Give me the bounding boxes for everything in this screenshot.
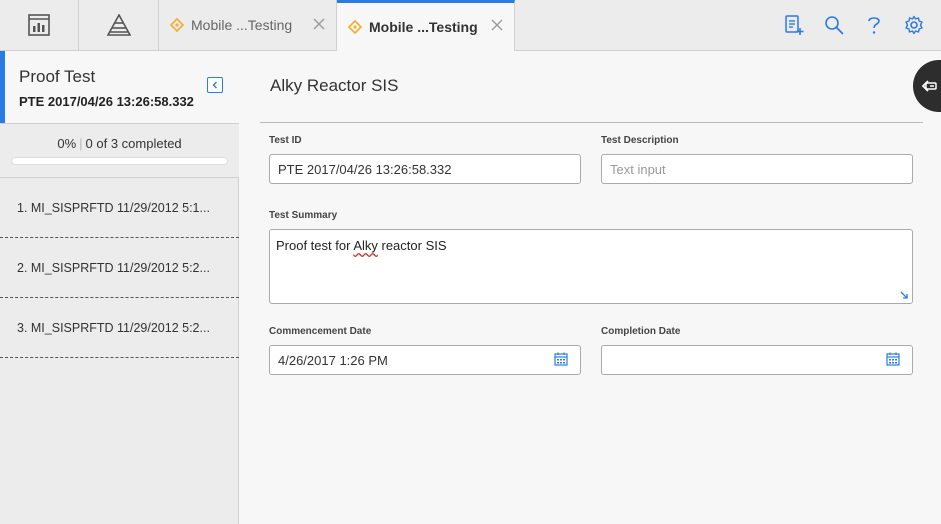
commencement-date-field[interactable]: 4/26/2017 1:26 PM: [269, 345, 581, 375]
close-icon[interactable]: [310, 15, 328, 33]
completion-date-field[interactable]: [601, 345, 913, 375]
summary-text-pre: Proof test for: [276, 238, 354, 253]
page-title: Alky Reactor SIS: [270, 76, 399, 95]
hierarchy-icon: [106, 14, 131, 36]
tab-mobile-testing-1[interactable]: Mobile ...Testing: [159, 0, 337, 50]
progress-percent: 0%: [57, 136, 77, 151]
close-icon[interactable]: [488, 16, 506, 34]
dashboard-button[interactable]: [0, 0, 79, 50]
summary-text-spellcheck: Alky: [353, 238, 378, 253]
search-icon: [825, 16, 844, 35]
calendar-icon[interactable]: [554, 352, 568, 366]
test-summary-textarea[interactable]: Proof test for Alky reactor SIS: [269, 229, 913, 304]
search-button[interactable]: [821, 12, 847, 38]
resize-handle-icon[interactable]: [899, 290, 909, 300]
new-record-button[interactable]: [781, 12, 807, 38]
hierarchy-button[interactable]: [79, 0, 159, 50]
progress-text: 0% | 0 of 3 completed: [57, 136, 182, 151]
commencement-date-label: Commencement Date: [269, 326, 372, 337]
test-summary-label: Test Summary: [269, 210, 338, 221]
progress-summary: 0% | 0 of 3 completed: [0, 123, 239, 178]
top-bar: Mobile ...Testing Mobile ...Testing: [0, 0, 941, 51]
title-divider: [260, 122, 923, 123]
main-content: Alky Reactor SIS Test ID PTE 2017/04/26 …: [240, 51, 941, 524]
step-item[interactable]: 1. MI_SISPRFTD 11/29/2012 5:1...: [0, 178, 239, 238]
panel-title: Proof Test: [19, 67, 96, 86]
settings-button[interactable]: [901, 12, 927, 38]
test-description-label: Test Description: [601, 135, 679, 146]
step-item[interactable]: 2. MI_SISPRFTD 11/29/2012 5:2...: [0, 238, 239, 298]
help-button[interactable]: [861, 12, 887, 38]
help-icon: [868, 17, 880, 34]
steps-panel: Proof Test PTE 2017/04/26 13:26:58.332 0…: [0, 51, 239, 524]
tab-mobile-testing-2[interactable]: Mobile ...Testing: [337, 0, 515, 51]
toolbar-right: [781, 12, 927, 38]
tab-label: Mobile ...Testing: [369, 19, 478, 35]
panel-subtitle: PTE 2017/04/26 13:26:58.332: [19, 94, 194, 109]
completion-date-label: Completion Date: [601, 326, 681, 337]
new-record-icon: [785, 15, 804, 35]
commencement-date-value: 4/26/2017 1:26 PM: [278, 352, 388, 368]
progress-bar: [11, 157, 228, 165]
settings-icon: [905, 15, 923, 35]
step-item[interactable]: 3. MI_SISPRFTD 11/29/2012 5:2...: [0, 298, 239, 358]
test-id-label: Test ID: [269, 135, 302, 146]
summary-text-post: reactor SIS: [377, 238, 447, 253]
calendar-icon[interactable]: [886, 352, 900, 366]
test-description-field[interactable]: Text input: [601, 154, 913, 184]
diamond-icon: [167, 15, 187, 35]
chevron-left-icon: [212, 81, 217, 89]
arrow-left-icon: [921, 80, 937, 92]
tab-label: Mobile ...Testing: [191, 17, 293, 33]
collapse-panel-button[interactable]: [207, 77, 223, 93]
progress-completed: 0 of 3 completed: [85, 136, 182, 151]
dashboard-icon: [28, 14, 50, 36]
test-id-field[interactable]: PTE 2017/04/26 13:26:58.332: [269, 154, 581, 184]
diamond-icon: [345, 17, 365, 37]
panel-header: Proof Test PTE 2017/04/26 13:26:58.332: [0, 51, 239, 123]
